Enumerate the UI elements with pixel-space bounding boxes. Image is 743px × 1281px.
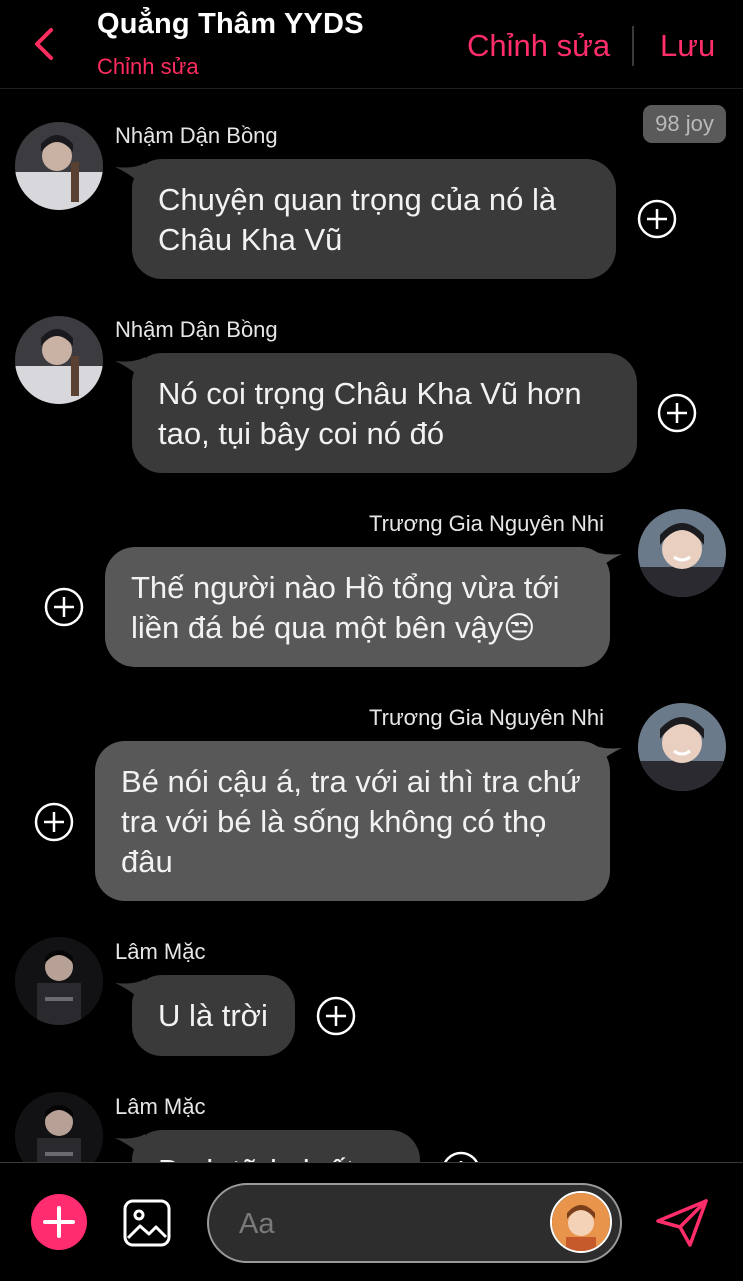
page-title: Quẳng Thâm YYDS: [97, 8, 364, 40]
add-button[interactable]: [31, 1194, 87, 1250]
avatar[interactable]: [15, 122, 103, 210]
header-divider: [632, 26, 634, 66]
sender-name: Trương Gia Nguyên Nhi: [369, 705, 604, 730]
add-circle-icon[interactable]: [441, 1151, 481, 1162]
message-list[interactable]: 98 joy Nhậm Dận Bồng Chuyện quan trọng c…: [0, 89, 743, 1162]
add-circle-icon[interactable]: [44, 587, 84, 627]
avatar[interactable]: [638, 703, 726, 791]
message-bubble[interactable]: Thế người nào Hồ tổng vừa tới liền đá bé…: [105, 547, 610, 667]
sender-name: Nhậm Dận Bồng: [115, 317, 278, 342]
composer-bar: [0, 1162, 743, 1281]
joy-badge: 98 joy: [643, 105, 726, 143]
add-circle-icon[interactable]: [657, 393, 697, 433]
message-input[interactable]: [237, 1203, 541, 1245]
add-circle-icon[interactable]: [34, 802, 74, 842]
sender-name: Lâm Mặc: [115, 1094, 206, 1119]
send-icon: [656, 1199, 708, 1247]
edit-subtitle-link[interactable]: Chỉnh sửa: [97, 54, 199, 80]
message-bubble[interactable]: Đ...h tữ l...h ất...: [132, 1130, 420, 1162]
avatar[interactable]: [15, 1092, 103, 1162]
sender-name: Trương Gia Nguyên Nhi: [369, 511, 604, 536]
sender-name: Lâm Mặc: [115, 939, 206, 964]
chat-header: Quẳng Thâm YYDS Chỉnh sửa Chỉnh sửa Lưu: [0, 0, 743, 89]
image-button[interactable]: [122, 1198, 172, 1248]
avatar[interactable]: [638, 509, 726, 597]
avatar[interactable]: [15, 937, 103, 1025]
sticker-avatar[interactable]: [550, 1191, 612, 1253]
message-bubble[interactable]: Bé nói cậu á, tra với ai thì tra chứ tra…: [95, 741, 610, 901]
save-button[interactable]: Lưu: [660, 28, 715, 64]
send-button[interactable]: [654, 1197, 710, 1249]
message-bubble[interactable]: Chuyện quan trọng của nó là Châu Kha Vũ: [132, 159, 616, 279]
avatar[interactable]: [15, 316, 103, 404]
chevron-left-icon: [35, 28, 53, 60]
add-circle-icon[interactable]: [637, 199, 677, 239]
image-icon: [123, 1199, 171, 1247]
message-input-container[interactable]: [207, 1183, 622, 1263]
message-bubble[interactable]: U là trời: [132, 975, 295, 1056]
add-circle-icon[interactable]: [316, 996, 356, 1036]
sender-name: Nhậm Dận Bồng: [115, 123, 278, 148]
message-bubble[interactable]: Nó coi trọng Châu Kha Vũ hơn tao, tụi bâ…: [132, 353, 637, 473]
back-button[interactable]: [26, 26, 62, 62]
edit-button[interactable]: Chỉnh sửa: [467, 28, 610, 64]
plus-icon: [43, 1206, 75, 1238]
